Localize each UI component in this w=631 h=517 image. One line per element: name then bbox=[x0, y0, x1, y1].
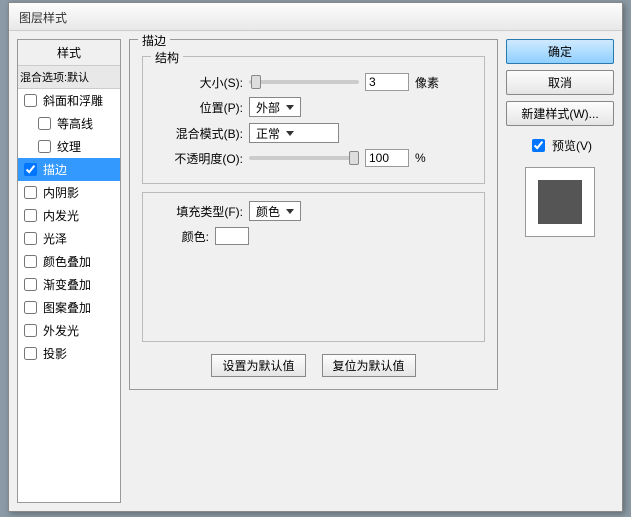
style-label-1: 等高线 bbox=[57, 115, 93, 132]
fill-type-dropdown[interactable]: 颜色 bbox=[249, 201, 301, 221]
preview-checkbox-input[interactable] bbox=[532, 139, 545, 152]
style-item-7[interactable]: 颜色叠加 bbox=[18, 250, 120, 273]
style-item-10[interactable]: 外发光 bbox=[18, 319, 120, 342]
stroke-fieldset: 描边 结构 大小(S): 像素 位置(P): 外部 bbox=[129, 39, 498, 390]
structure-title: 结构 bbox=[151, 49, 183, 66]
preview-label: 预览(V) bbox=[552, 137, 592, 154]
chevron-down-icon bbox=[286, 105, 294, 110]
style-label-2: 纹理 bbox=[57, 138, 81, 155]
layer-style-dialog: 图层样式 样式 混合选项:默认 斜面和浮雕等高线纹理描边内阴影内发光光泽颜色叠加… bbox=[8, 2, 623, 512]
stroke-title: 描边 bbox=[138, 32, 170, 49]
color-swatch[interactable] bbox=[215, 227, 249, 245]
style-checkbox-5[interactable] bbox=[24, 209, 37, 222]
style-item-0[interactable]: 斜面和浮雕 bbox=[18, 89, 120, 112]
style-label-9: 图案叠加 bbox=[43, 299, 91, 316]
reset-default-button[interactable]: 复位为默认值 bbox=[322, 354, 416, 377]
fill-type-label: 填充类型(F): bbox=[155, 203, 243, 220]
opacity-label: 不透明度(O): bbox=[155, 150, 243, 167]
blend-mode-dropdown[interactable]: 正常 bbox=[249, 123, 339, 143]
size-slider[interactable] bbox=[249, 80, 359, 84]
style-checkbox-0[interactable] bbox=[24, 94, 37, 107]
style-item-11[interactable]: 投影 bbox=[18, 342, 120, 365]
dialog-title: 图层样式 bbox=[9, 3, 622, 31]
opacity-input[interactable] bbox=[365, 149, 409, 167]
style-item-4[interactable]: 内阴影 bbox=[18, 181, 120, 204]
cancel-button[interactable]: 取消 bbox=[506, 70, 614, 95]
style-item-9[interactable]: 图案叠加 bbox=[18, 296, 120, 319]
size-input[interactable] bbox=[365, 73, 409, 91]
position-label: 位置(P): bbox=[155, 99, 243, 116]
style-checkbox-4[interactable] bbox=[24, 186, 37, 199]
blend-mode-label: 混合模式(B): bbox=[155, 125, 243, 142]
preview-checkbox[interactable]: 预览(V) bbox=[506, 136, 614, 155]
styles-header[interactable]: 样式 bbox=[18, 40, 120, 66]
fill-fieldset: 填充类型(F): 颜色 颜色: bbox=[142, 192, 485, 342]
blend-options-item[interactable]: 混合选项:默认 bbox=[18, 66, 120, 89]
style-checkbox-1[interactable] bbox=[38, 117, 51, 130]
opacity-unit: % bbox=[415, 151, 426, 165]
style-item-3[interactable]: 描边 bbox=[18, 158, 120, 181]
chevron-down-icon bbox=[286, 131, 294, 136]
main-panel: 描边 结构 大小(S): 像素 位置(P): 外部 bbox=[129, 39, 498, 503]
style-item-6[interactable]: 光泽 bbox=[18, 227, 120, 250]
chevron-down-icon bbox=[286, 209, 294, 214]
style-label-8: 渐变叠加 bbox=[43, 276, 91, 293]
size-label: 大小(S): bbox=[155, 74, 243, 91]
style-checkbox-8[interactable] bbox=[24, 278, 37, 291]
style-checkbox-6[interactable] bbox=[24, 232, 37, 245]
style-label-0: 斜面和浮雕 bbox=[43, 92, 103, 109]
color-label: 颜色: bbox=[155, 228, 209, 245]
set-default-button[interactable]: 设置为默认值 bbox=[211, 354, 305, 377]
style-label-5: 内发光 bbox=[43, 207, 79, 224]
new-style-button[interactable]: 新建样式(W)... bbox=[506, 101, 614, 126]
style-item-5[interactable]: 内发光 bbox=[18, 204, 120, 227]
style-label-4: 内阴影 bbox=[43, 184, 79, 201]
style-label-3: 描边 bbox=[43, 161, 67, 178]
style-checkbox-7[interactable] bbox=[24, 255, 37, 268]
ok-button[interactable]: 确定 bbox=[506, 39, 614, 64]
style-label-6: 光泽 bbox=[43, 230, 67, 247]
right-panel: 确定 取消 新建样式(W)... 预览(V) bbox=[506, 39, 614, 503]
preview-box bbox=[525, 167, 595, 237]
size-unit: 像素 bbox=[415, 74, 439, 91]
style-checkbox-2[interactable] bbox=[38, 140, 51, 153]
style-item-1[interactable]: 等高线 bbox=[18, 112, 120, 135]
style-label-11: 投影 bbox=[43, 345, 67, 362]
preview-thumbnail bbox=[538, 180, 582, 224]
opacity-slider[interactable] bbox=[249, 156, 359, 160]
style-checkbox-10[interactable] bbox=[24, 324, 37, 337]
style-checkbox-3[interactable] bbox=[24, 163, 37, 176]
style-checkbox-11[interactable] bbox=[24, 347, 37, 360]
position-dropdown[interactable]: 外部 bbox=[249, 97, 301, 117]
style-item-2[interactable]: 纹理 bbox=[18, 135, 120, 158]
style-item-8[interactable]: 渐变叠加 bbox=[18, 273, 120, 296]
structure-fieldset: 结构 大小(S): 像素 位置(P): 外部 bbox=[142, 56, 485, 184]
style-label-10: 外发光 bbox=[43, 322, 79, 339]
style-checkbox-9[interactable] bbox=[24, 301, 37, 314]
style-label-7: 颜色叠加 bbox=[43, 253, 91, 270]
styles-list: 样式 混合选项:默认 斜面和浮雕等高线纹理描边内阴影内发光光泽颜色叠加渐变叠加图… bbox=[17, 39, 121, 503]
